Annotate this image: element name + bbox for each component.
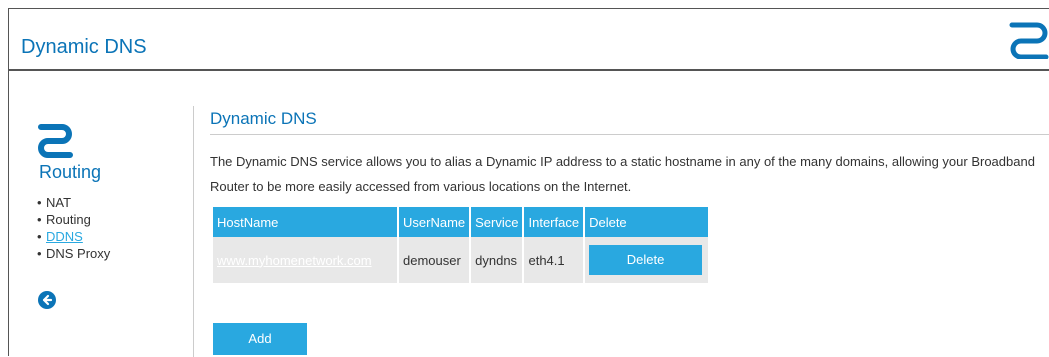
sidebar-divider bbox=[193, 106, 194, 357]
hostname-link[interactable]: www.myhomenetwork.com bbox=[217, 253, 372, 268]
service-cell: dyndns bbox=[470, 237, 525, 283]
sidebar-heading: Routing bbox=[39, 162, 102, 182]
main-content: Dynamic DNS The Dynamic DNS service allo… bbox=[210, 107, 1049, 355]
sidebar-item-dns-proxy[interactable]: • DNS Proxy bbox=[37, 245, 110, 262]
arrow-left-circle-icon bbox=[42, 294, 53, 306]
interface-cell: eth4.1 bbox=[523, 237, 586, 283]
table-header-row: HostName UserName Service Interface Dele… bbox=[213, 207, 709, 237]
sidebar-item-nat[interactable]: • NAT bbox=[37, 194, 110, 211]
section-title: Dynamic DNS bbox=[210, 107, 1049, 135]
routing-logo-icon bbox=[38, 124, 73, 158]
ddns-table: HostName UserName Service Interface Dele… bbox=[213, 207, 709, 283]
sidebar-item-routing[interactable]: • Routing bbox=[37, 211, 110, 228]
brand-logo-icon bbox=[1009, 22, 1049, 59]
delete-button[interactable]: Delete bbox=[589, 245, 703, 275]
table-row: www.myhomenetwork.com demouser dyndns et… bbox=[213, 237, 709, 283]
section-description: The Dynamic DNS service allows you to al… bbox=[210, 154, 1035, 194]
column-header-service: Service bbox=[470, 207, 525, 237]
add-button[interactable]: Add bbox=[213, 323, 307, 355]
column-header-interface: Interface bbox=[523, 207, 586, 237]
column-header-username: UserName bbox=[398, 207, 472, 237]
column-header-delete: Delete bbox=[584, 207, 709, 237]
sidebar-item-label: Routing bbox=[46, 212, 91, 227]
app-frame: Dynamic DNS Routing • NAT • Routing • DDNS … bbox=[8, 8, 1049, 357]
sidebar-item-ddns[interactable]: • DDNS bbox=[37, 228, 110, 245]
sidebar-item-label: NAT bbox=[46, 195, 72, 210]
username-cell: demouser bbox=[398, 237, 472, 283]
page-header: Dynamic DNS bbox=[9, 9, 1049, 71]
sidebar-item-label: DNS Proxy bbox=[46, 246, 111, 261]
page-title: Dynamic DNS bbox=[21, 36, 147, 58]
sidebar-nav: • NAT • Routing • DDNS • DNS Proxy bbox=[37, 194, 110, 262]
back-button[interactable] bbox=[38, 291, 56, 309]
sidebar-item-label: DDNS bbox=[46, 229, 83, 244]
column-header-hostname: HostName bbox=[213, 207, 399, 237]
